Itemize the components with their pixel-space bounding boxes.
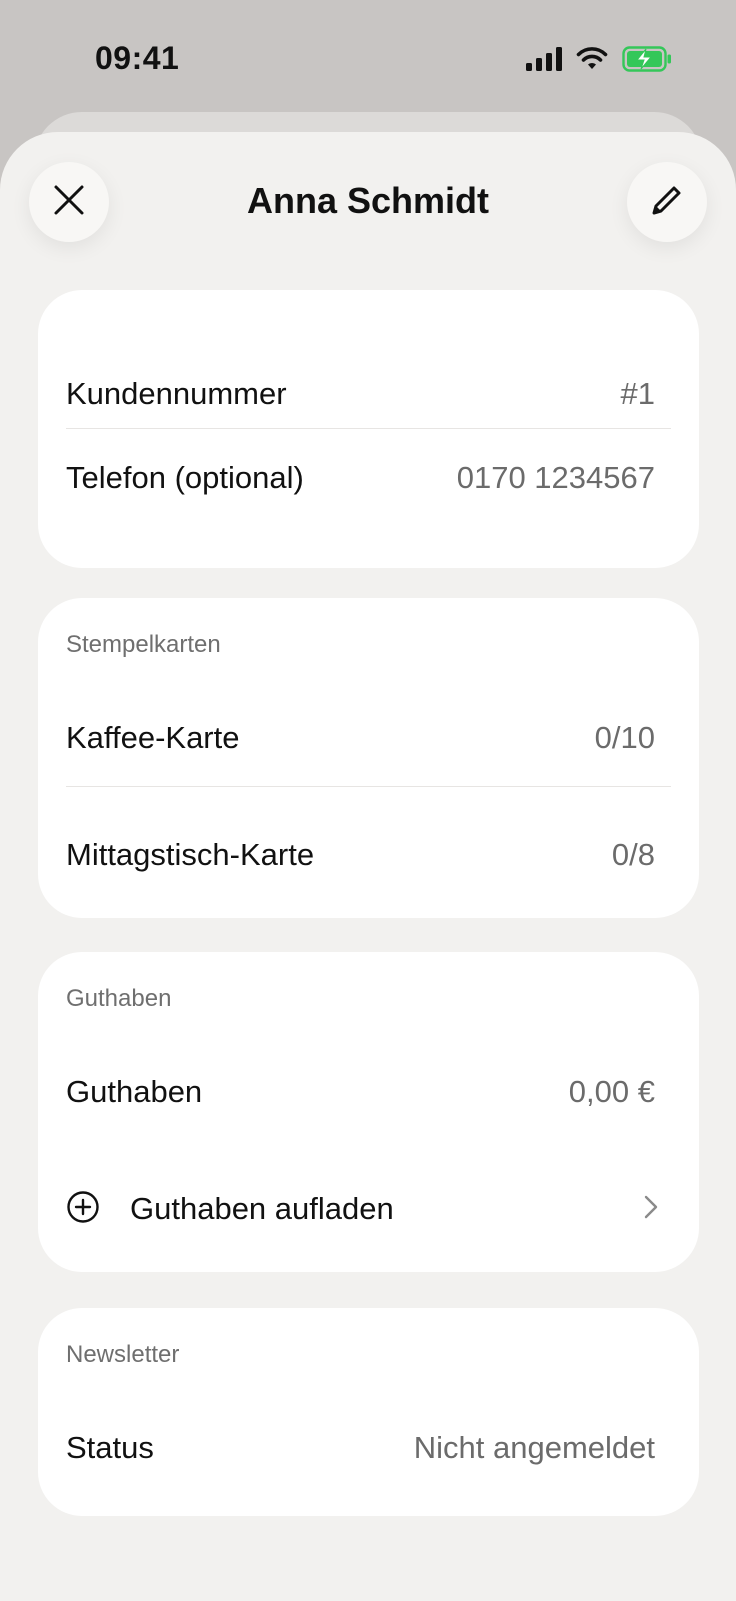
newsletter-status-row: Status Nicht angemeldet	[66, 1418, 655, 1478]
status-time: 09:41	[95, 40, 180, 76]
stamp-card-value: 0/10	[594, 720, 655, 755]
credit-balance-value: 0,00 €	[568, 1074, 655, 1109]
divider	[66, 786, 671, 787]
divider	[66, 428, 671, 429]
top-up-credit-label: Guthaben aufladen	[130, 1191, 394, 1226]
credit-card: Guthaben Guthaben 0,00 € Guthaben auflad…	[38, 952, 699, 1272]
stamp-cards-card: Stempelkarten Kaffee-Karte 0/10 Mittagst…	[38, 598, 699, 918]
customer-detail-sheet: Anna Schmidt Kundennummer #1 Telefon (op…	[0, 132, 736, 1601]
page-title: Anna Schmidt	[246, 180, 489, 221]
customer-info-card: Kundennummer #1 Telefon (optional) 0170 …	[38, 290, 699, 568]
phone-label: Telefon (optional)	[66, 460, 304, 495]
stamp-card-label: Mittagstisch-Karte	[66, 837, 315, 872]
status-icons	[526, 44, 672, 78]
chevron-right-icon	[643, 1194, 659, 1225]
newsletter-card: Newsletter Status Nicht angemeldet	[38, 1308, 699, 1516]
stamp-card-row[interactable]: Mittagstisch-Karte 0/8	[66, 825, 655, 885]
section-title-credit: Guthaben	[66, 985, 172, 1012]
phone-value: 0170 1234567	[456, 460, 655, 495]
top-up-credit-button[interactable]: Guthaben aufladen	[66, 1179, 659, 1239]
newsletter-status-label: Status	[66, 1430, 154, 1465]
credit-balance-label: Guthaben	[66, 1074, 203, 1109]
credit-balance-row: Guthaben 0,00 €	[66, 1062, 655, 1122]
stamp-card-label: Kaffee-Karte	[66, 720, 240, 755]
signal-icon	[526, 46, 562, 76]
pencil-icon	[650, 183, 684, 222]
section-title-newsletter: Newsletter	[66, 1341, 180, 1368]
customer-number-label: Kundennummer	[66, 376, 287, 411]
edit-button[interactable]	[627, 162, 707, 242]
newsletter-status-value: Nicht angemeldet	[413, 1430, 655, 1465]
stamp-card-value: 0/8	[611, 837, 655, 872]
battery-charging-icon	[622, 45, 672, 77]
customer-number-row: Kundennummer #1	[66, 364, 655, 424]
section-title-stamp-cards: Stempelkarten	[66, 631, 221, 658]
phone-row: Telefon (optional) 0170 1234567	[66, 448, 655, 508]
plus-circle-icon	[66, 1190, 100, 1229]
stamp-card-row[interactable]: Kaffee-Karte 0/10	[66, 708, 655, 768]
customer-number-value: #1	[620, 376, 655, 411]
wifi-icon	[576, 46, 608, 76]
status-bar: 09:41	[0, 0, 736, 120]
